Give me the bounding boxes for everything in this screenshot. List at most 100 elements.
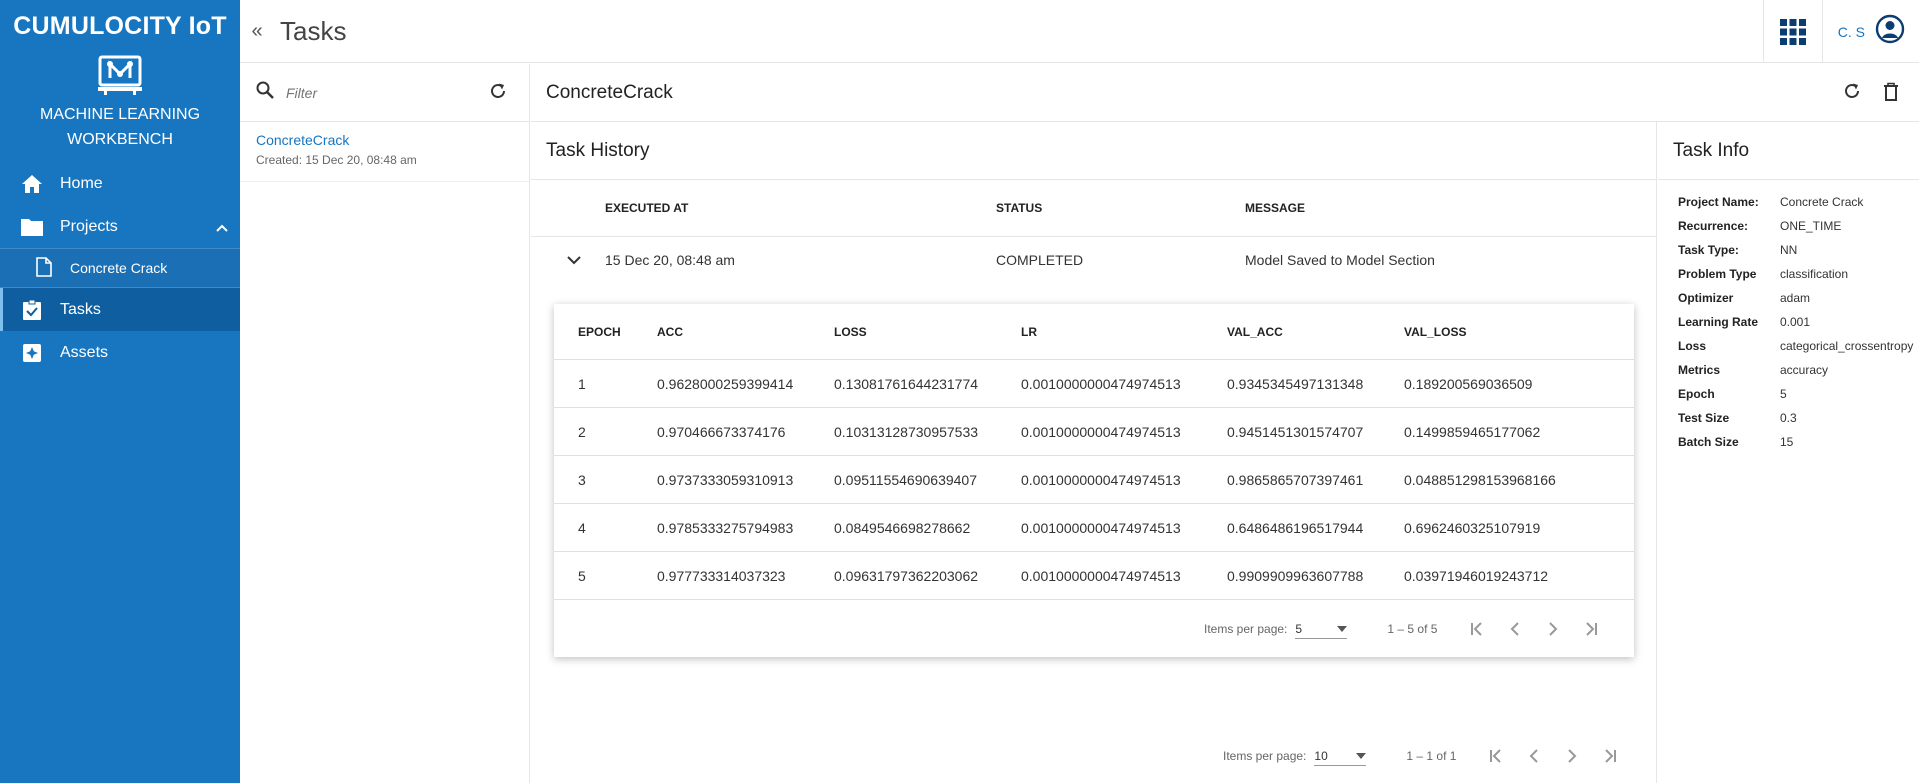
refresh-icon[interactable]: [1843, 82, 1861, 106]
page-size-select[interactable]: 10: [1314, 746, 1367, 766]
task-info-title: Task Info: [1658, 122, 1919, 180]
task-detail: ConcreteCrack Task History EXECUTED AT S…: [531, 64, 1919, 783]
app-switcher-button[interactable]: [1762, 0, 1823, 63]
clipboard-check-icon: [20, 298, 44, 322]
search-icon: [256, 81, 274, 104]
info-value: classification: [1780, 267, 1849, 281]
header-actions: C. S: [1762, 0, 1919, 63]
filter-input[interactable]: [286, 84, 466, 101]
table-row[interactable]: 15 Dec 20, 08:48 am COMPLETED Model Save…: [531, 237, 1656, 282]
top-bar: « Tasks C. S: [240, 0, 1919, 63]
nav-item-assets[interactable]: Assets: [0, 331, 240, 374]
epoch-table-header: EPOCH ACC LOSS LR VAL_ACC VAL_LOSS: [554, 304, 1634, 360]
app-name: MACHINE LEARNING WORKBENCH: [0, 102, 240, 152]
dropdown-arrow-icon: [1356, 752, 1367, 759]
home-icon: [20, 172, 44, 196]
info-key: Epoch: [1678, 387, 1715, 401]
info-row: Project Name: Concrete Crack: [1678, 190, 1919, 214]
acc-cell: 0.970466673374176: [657, 423, 786, 440]
val-loss-cell: 0.189200569036509: [1404, 375, 1533, 392]
previous-page-icon[interactable]: [1526, 748, 1542, 764]
info-value: 5: [1780, 387, 1787, 401]
info-key: Metrics: [1678, 363, 1721, 377]
items-per-page-label: Items per page:: [1204, 622, 1288, 636]
task-name-link[interactable]: ConcreteCrack: [256, 132, 513, 148]
task-list-item[interactable]: ConcreteCrack Created: 15 Dec 20, 08:48 …: [240, 122, 529, 182]
loss-cell: 0.10313128730957533: [834, 423, 979, 440]
nav-item-projects[interactable]: Projects: [0, 205, 240, 248]
table-row: 3 0.9737333059310913 0.09511554690639407…: [554, 456, 1634, 504]
col-status: STATUS: [996, 201, 1043, 215]
info-value: ONE_TIME: [1780, 219, 1842, 233]
table-row: 1 0.9628000259399414 0.13081761644231774…: [554, 360, 1634, 408]
ml-workbench-icon: [0, 54, 240, 96]
nav-item-label: Home: [60, 174, 103, 192]
user-account-icon[interactable]: [1875, 14, 1905, 49]
sidebar: CUMULOCITY IoT MACHINE LEARNING WORKBENC…: [0, 0, 240, 783]
val-acc-cell: 0.9345345497131348: [1227, 375, 1364, 392]
info-row: Optimizer adam: [1678, 286, 1919, 310]
info-row: Task Type: NN: [1678, 238, 1919, 262]
history-table-header: EXECUTED AT STATUS MESSAGE: [531, 180, 1656, 237]
acc-cell: 0.9785333275794983: [657, 519, 794, 536]
task-actions: [1843, 82, 1899, 106]
col-epoch: EPOCH: [578, 324, 621, 339]
loss-cell: 0.13081761644231774: [834, 375, 979, 392]
info-key: Problem Type: [1678, 267, 1757, 281]
info-row: Batch Size 15: [1678, 430, 1919, 454]
epoch-cell: 3: [578, 471, 586, 488]
file-icon: [36, 256, 52, 280]
last-page-icon[interactable]: [1583, 621, 1599, 637]
history-paginator: Items per page: 10 1 – 1 of 1: [1223, 746, 1618, 766]
info-value: 0.3: [1780, 411, 1797, 425]
nav-item-label: Concrete Crack: [70, 260, 168, 276]
page-size-value: 5: [1295, 621, 1303, 636]
val-loss-cell: 0.6962460325107919: [1404, 519, 1541, 536]
nav-subitem-concrete-crack[interactable]: Concrete Crack: [0, 248, 240, 288]
col-loss: LOSS: [834, 324, 867, 339]
task-history-section: Task History EXECUTED AT STATUS MESSAGE …: [531, 122, 1657, 783]
nav-item-label: Projects: [60, 217, 118, 235]
epoch-cell: 4: [578, 519, 586, 536]
loss-cell: 0.09511554690639407: [834, 471, 978, 488]
info-key: Project Name:: [1678, 195, 1759, 209]
loss-cell: 0.0849546698278662: [834, 519, 971, 536]
nav-item-label: Assets: [60, 343, 109, 361]
next-page-icon[interactable]: [1564, 748, 1580, 764]
executed-at-cell: 15 Dec 20, 08:48 am: [605, 251, 735, 268]
task-title: ConcreteCrack: [546, 81, 673, 103]
lr-cell: 0.0010000000474974513: [1021, 519, 1181, 536]
delete-icon[interactable]: [1883, 82, 1899, 106]
epoch-results-card: EPOCH ACC LOSS LR VAL_ACC VAL_LOSS 1 0.9…: [554, 304, 1634, 657]
info-value: Concrete Crack: [1780, 195, 1864, 209]
val-acc-cell: 0.6486486196517944: [1227, 519, 1364, 536]
nav-item-home[interactable]: Home: [0, 162, 240, 205]
first-page-icon[interactable]: [1488, 748, 1504, 764]
info-value: accuracy: [1780, 363, 1829, 377]
page-title: Tasks: [280, 15, 347, 46]
chevron-down-icon[interactable]: [567, 252, 581, 268]
first-page-icon[interactable]: [1469, 621, 1485, 637]
chevron-up-icon: [216, 219, 228, 237]
task-history-title: Task History: [531, 122, 1656, 180]
page-buttons: [1469, 621, 1599, 637]
refresh-list-icon[interactable]: [489, 82, 507, 105]
page-range: 1 – 5 of 5: [1387, 622, 1438, 636]
info-row: Epoch 5: [1678, 382, 1919, 406]
epoch-cell: 1: [578, 375, 586, 392]
page-size-select[interactable]: 5: [1295, 619, 1348, 639]
nav-item-tasks[interactable]: Tasks: [0, 288, 240, 331]
table-row: 5 0.977733314037323 0.09631797362203062 …: [554, 552, 1634, 600]
lr-cell: 0.0010000000474974513: [1021, 471, 1181, 488]
previous-page-icon[interactable]: [1507, 621, 1523, 637]
next-page-icon[interactable]: [1545, 621, 1561, 637]
task-info-list: Project Name: Concrete Crack Recurrence: O…: [1658, 180, 1919, 454]
val-acc-cell: 0.9865865707397461: [1227, 471, 1364, 488]
status-cell: COMPLETED: [996, 251, 1084, 268]
nav-item-label: Tasks: [60, 300, 101, 318]
info-key: Learning Rate: [1678, 315, 1759, 329]
collapse-sidebar-icon[interactable]: «: [242, 20, 272, 43]
info-key: Loss: [1678, 339, 1707, 353]
last-page-icon[interactable]: [1602, 748, 1618, 764]
user-name[interactable]: C. S: [1838, 24, 1865, 40]
